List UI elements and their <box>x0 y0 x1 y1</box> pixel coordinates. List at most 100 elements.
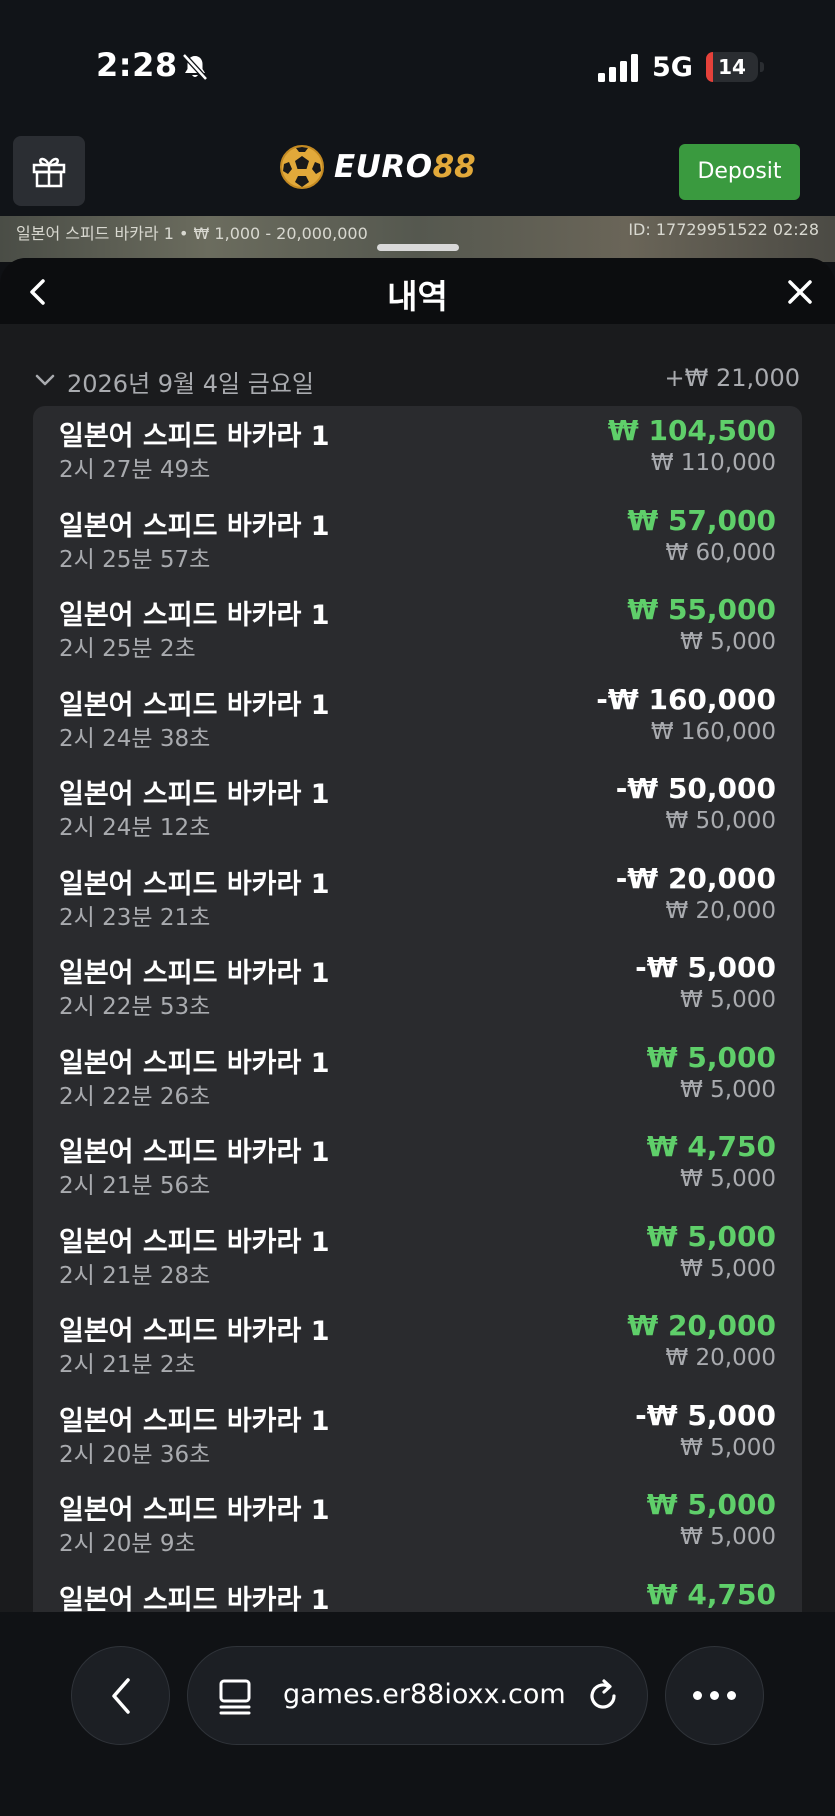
sheet-header: 내역 <box>0 258 835 324</box>
history-row[interactable]: 일본어 스피드 바카라 1 2시 21분 28초 ₩ 5,000 ₩ 5,000 <box>33 1212 802 1302</box>
row-time: 2시 21분 2초 <box>59 1352 196 1378</box>
sheet-title: 내역 <box>387 277 448 316</box>
history-row[interactable]: 일본어 스피드 바카라 1 2시 24분 12초 -₩ 50,000 ₩ 50,000 <box>33 764 802 854</box>
row-title: 일본어 스피드 바카라 1 <box>59 868 330 900</box>
history-sheet: 내역 2026년 9월 4일 금요일 +₩ 21,000 일본어 스피드 바카라… <box>0 258 835 1612</box>
chevron-down-icon <box>35 374 55 386</box>
date-group-header[interactable]: 2026년 9월 4일 금요일 +₩ 21,000 <box>34 364 800 398</box>
date-total: +₩ 21,000 <box>664 364 800 392</box>
row-title: 일본어 스피드 바카라 1 <box>59 1047 330 1079</box>
soccer-ball-icon <box>280 145 324 189</box>
history-row[interactable]: 일본어 스피드 바카라 1 2시 22분 26초 ₩ 5,000 ₩ 5,000 <box>33 1033 802 1123</box>
row-time: 2시 22분 26초 <box>59 1083 211 1110</box>
more-icon-dot <box>710 1691 719 1700</box>
history-row[interactable]: 일본어 스피드 바카라 1 2시 20분 36초 -₩ 5,000 ₩ 5,000 <box>33 1391 802 1481</box>
row-bet: ₩ 5,000 <box>680 629 776 655</box>
row-amount: ₩ 5,000 <box>646 1219 776 1253</box>
battery-indicator: 14 <box>706 52 758 82</box>
screen: 2:28 5G 14 EURO 88 Deposit 일본어 스피드 바카라 1… <box>0 0 835 1816</box>
row-title: 일본어 스피드 바카라 1 <box>59 689 330 721</box>
battery-cap <box>760 62 764 72</box>
battery-percent: 14 <box>718 55 746 79</box>
row-time: 2시 21분 28초 <box>59 1262 211 1289</box>
row-bet: ₩ 5,000 <box>680 1076 776 1103</box>
row-title: 일본어 스피드 바카라 1 <box>59 421 330 452</box>
row-bet: ₩ 20,000 <box>665 1345 776 1371</box>
row-bet: ₩ 5,000 <box>680 1524 776 1550</box>
row-title: 일본어 스피드 바카라 1 <box>59 1495 330 1526</box>
history-row[interactable]: 일본어 스피드 바카라 1 2시 23분 21초 -₩ 20,000 ₩ 20,000 <box>33 854 802 944</box>
reload-icon[interactable] <box>584 1677 622 1715</box>
row-time: 2시 22분 53초 <box>59 994 211 1020</box>
euro88-logo: EURO 88 <box>278 142 476 192</box>
row-time: 2시 20분 36초 <box>59 1441 211 1468</box>
row-title: 일본어 스피드 바카라 1 <box>59 958 330 989</box>
game-strip: 일본어 스피드 바카라 1 • ₩ 1,000 - 20,000,000 ID:… <box>0 216 835 262</box>
row-amount: ₩ 5,000 <box>646 1488 776 1521</box>
row-amount: -₩ 50,000 <box>615 772 776 805</box>
more-icon-dot <box>727 1691 736 1700</box>
row-title: 일본어 스피드 바카라 1 <box>59 510 330 542</box>
row-bet: ₩ 50,000 <box>665 808 776 834</box>
row-amount: ₩ 57,000 <box>627 503 776 537</box>
history-list: 일본어 스피드 바카라 1 2시 27분 49초 ₩ 104,500 ₩ 110,00… <box>33 406 802 1612</box>
row-time: 2시 24분 12초 <box>59 815 211 841</box>
row-bet: ₩ 5,000 <box>680 1166 776 1192</box>
browser-toolbar: games.er88ioxx.com <box>0 1612 835 1816</box>
more-icon-dot <box>693 1691 702 1700</box>
row-bet: ₩ 5,000 <box>680 1434 776 1461</box>
row-amount: ₩ 20,000 <box>627 1309 776 1342</box>
row-amount: ₩ 104,500 <box>607 414 776 447</box>
app-header: EURO 88 Deposit <box>0 130 835 216</box>
history-row[interactable]: 일본어 스피드 바카라 1 2시 25분 57초 ₩ 57,000 ₩ 60,000 <box>33 496 802 586</box>
row-bet: ₩ 110,000 <box>650 450 776 476</box>
row-amount: ₩ 4,750 <box>646 1130 776 1163</box>
history-row[interactable]: 일본어 스피드 바카라 1 2시 24분 38초 -₩ 160,000 ₩ 160,0… <box>33 675 802 765</box>
history-row[interactable]: 일본어 스피드 바카라 1 2시 21분 56초 ₩ 4,750 ₩ 5,000 <box>33 1122 802 1212</box>
row-time: 2시 25분 57초 <box>59 546 211 573</box>
game-round-id: ID: 17729951522 02:28 <box>628 220 819 239</box>
row-bet: ₩ 5,000 <box>680 1255 776 1282</box>
row-amount: -₩ 160,000 <box>596 682 776 716</box>
row-title: 일본어 스피드 바카라 1 <box>59 1405 330 1437</box>
drag-handle[interactable] <box>377 244 459 251</box>
history-row[interactable]: 일본어 스피드 바카라 1 2시 21분 2초 ₩ 20,000 ₩ 20,000 <box>33 1301 802 1391</box>
row-title: 일본어 스피드 바카라 1 <box>59 1584 330 1613</box>
history-row[interactable]: 일본어 스피드 바카라 1 ₩ 4,750 <box>33 1570 802 1613</box>
history-row[interactable]: 일본어 스피드 바카라 1 2시 20분 9초 ₩ 5,000 ₩ 5,000 <box>33 1480 802 1570</box>
row-amount: ₩ 5,000 <box>646 1040 776 1074</box>
gift-button[interactable] <box>13 136 85 206</box>
game-table-info: 일본어 스피드 바카라 1 • ₩ 1,000 - 20,000,000 <box>16 224 368 243</box>
gift-icon <box>32 157 66 188</box>
date-label: 2026년 9월 4일 금요일 <box>67 370 314 398</box>
close-button[interactable] <box>780 272 820 312</box>
network-type: 5G <box>652 52 693 83</box>
row-time: 2시 27분 49초 <box>59 457 211 483</box>
chevron-left-icon <box>111 1677 130 1714</box>
row-bet: ₩ 20,000 <box>665 897 776 924</box>
row-time: 2시 25분 2초 <box>59 636 196 662</box>
history-row[interactable]: 일본어 스피드 바카라 1 2시 27분 49초 ₩ 104,500 ₩ 110,00… <box>33 406 802 496</box>
row-title: 일본어 스피드 바카라 1 <box>59 1137 330 1168</box>
logo-text: EURO <box>334 149 433 185</box>
deposit-button[interactable]: Deposit <box>679 144 800 200</box>
row-time: 2시 24분 38초 <box>59 725 211 752</box>
row-title: 일본어 스피드 바카라 1 <box>59 1226 330 1258</box>
row-bet: ₩ 5,000 <box>680 987 776 1013</box>
history-row[interactable]: 일본어 스피드 바카라 1 2시 25분 2초 ₩ 55,000 ₩ 5,000 <box>33 585 802 675</box>
row-bet: ₩ 160,000 <box>650 718 776 745</box>
row-amount: -₩ 5,000 <box>635 1398 776 1432</box>
row-title: 일본어 스피드 바카라 1 <box>59 1316 330 1347</box>
signal-icon <box>598 54 638 82</box>
history-row[interactable]: 일본어 스피드 바카라 1 2시 22분 53초 -₩ 5,000 ₩ 5,000 <box>33 943 802 1033</box>
address-bar[interactable]: games.er88ioxx.com <box>187 1646 648 1745</box>
row-bet: ₩ 60,000 <box>665 539 776 566</box>
logo-number: 88 <box>432 149 476 185</box>
row-time: 2시 21분 56초 <box>59 1173 211 1199</box>
more-button[interactable] <box>665 1646 764 1745</box>
row-amount: ₩ 55,000 <box>627 593 776 626</box>
row-amount: ₩ 4,750 <box>646 1577 776 1611</box>
tabs-icon <box>219 1679 251 1715</box>
browser-back-button[interactable] <box>71 1646 170 1745</box>
row-time: 2시 20분 9초 <box>59 1531 196 1557</box>
